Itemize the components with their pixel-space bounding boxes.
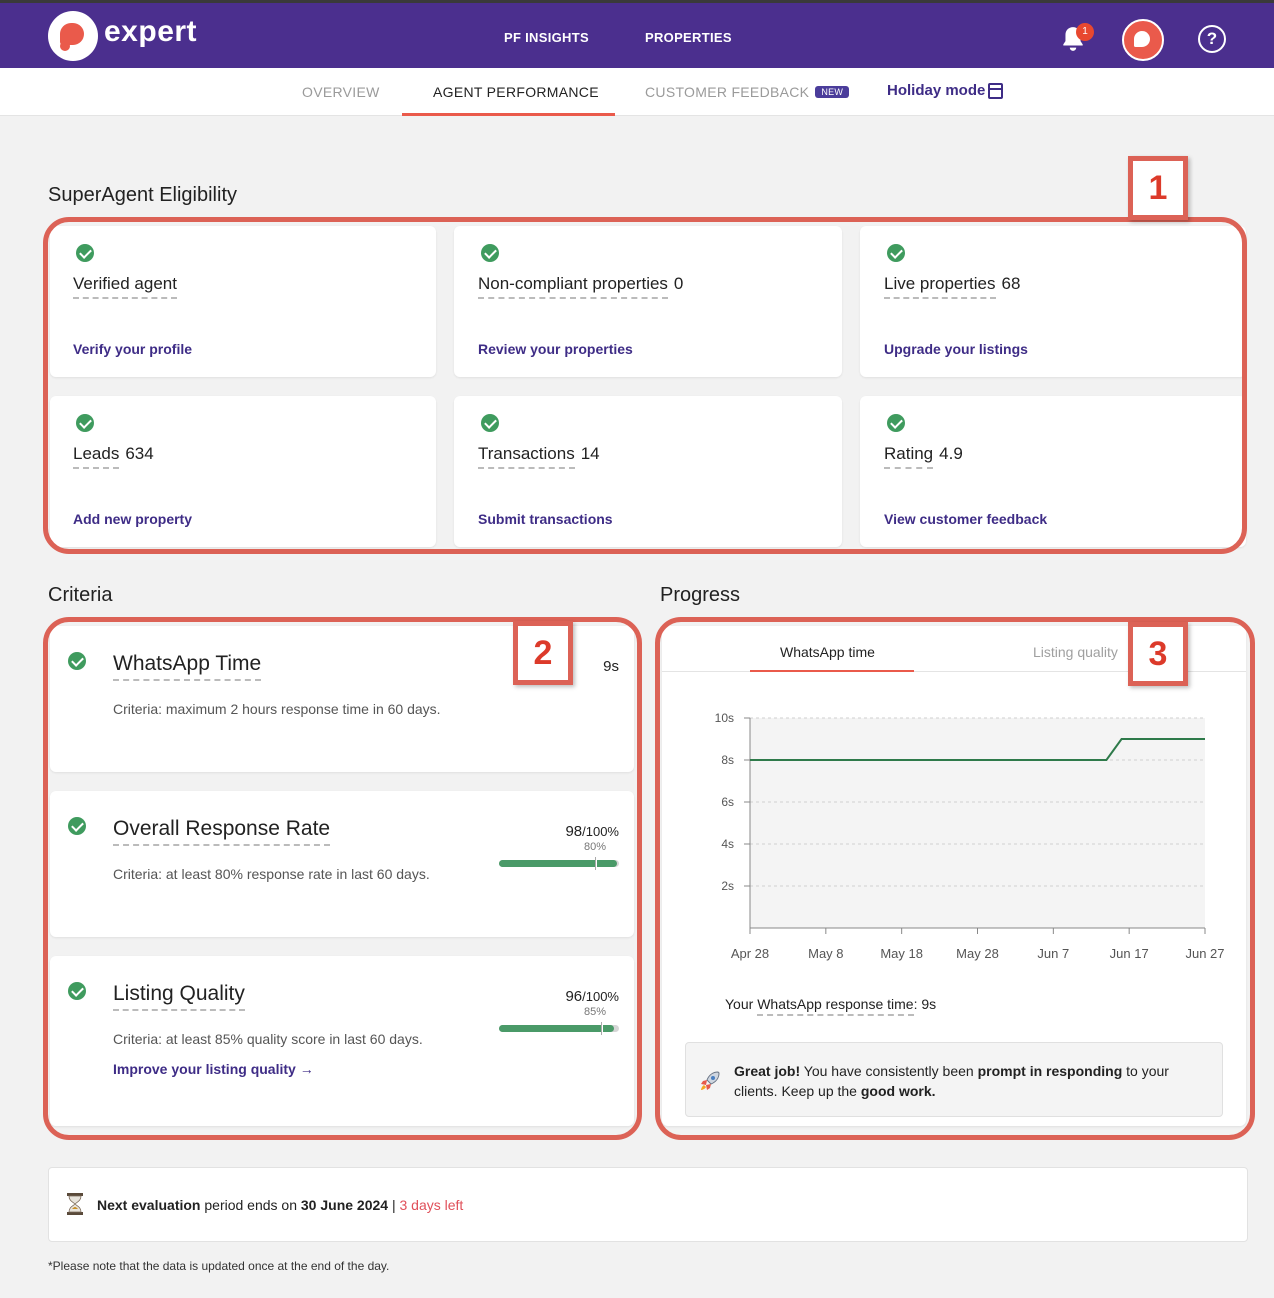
evaluation-banner: Next evaluation period ends on 30 June 2…: [48, 1167, 1248, 1242]
brand-name[interactable]: expert: [104, 15, 197, 49]
annotation-number-3: 3: [1128, 622, 1188, 686]
avatar[interactable]: [1122, 19, 1164, 61]
new-badge: NEW: [815, 86, 850, 98]
annotation-number-1: 1: [1128, 156, 1188, 220]
annotation-number-2: 2: [513, 621, 573, 685]
eligibility-title: SuperAgent Eligibility: [48, 184, 237, 206]
notification-badge: 1: [1076, 23, 1094, 41]
evaluation-text: Next evaluation period ends on 30 June 2…: [97, 1197, 464, 1213]
top-navigation-bar: expert PF INSIGHTS PROPERTIES 1 ?: [0, 0, 1274, 68]
sub-tab-bar: OVERVIEW AGENT PERFORMANCE CUSTOMER FEED…: [0, 68, 1274, 116]
annotation-box-2: [43, 617, 642, 1140]
hourglass-icon: [67, 1193, 83, 1215]
data-update-note: *Please note that the data is updated on…: [48, 1259, 390, 1273]
annotation-box-1: [43, 217, 1247, 554]
active-tab-indicator: [402, 113, 615, 116]
nav-properties[interactable]: PROPERTIES: [645, 30, 732, 45]
progress-title: Progress: [660, 584, 741, 606]
expert-logo[interactable]: [48, 11, 98, 61]
tab-customer-feedback-label: CUSTOMER FEEDBACK: [645, 84, 810, 100]
help-icon[interactable]: ?: [1198, 25, 1226, 53]
annotation-box-3: [655, 617, 1255, 1140]
tab-customer-feedback[interactable]: CUSTOMER FEEDBACK NEW: [645, 84, 850, 100]
calendar-icon[interactable]: [988, 83, 1003, 99]
criteria-title: Criteria: [48, 584, 113, 606]
holiday-mode-link[interactable]: Holiday mode: [887, 82, 985, 99]
tab-overview[interactable]: OVERVIEW: [302, 84, 380, 100]
nav-pf-insights[interactable]: PF INSIGHTS: [504, 30, 589, 45]
tab-agent-performance[interactable]: AGENT PERFORMANCE: [433, 84, 599, 100]
